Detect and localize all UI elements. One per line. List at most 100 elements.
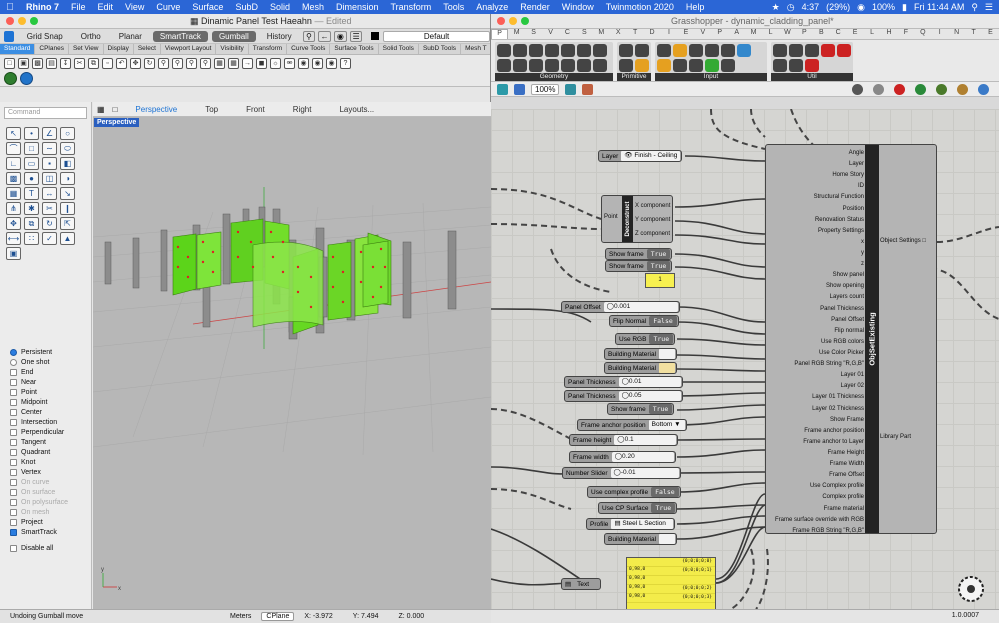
pan-icon[interactable]: ✥ bbox=[130, 57, 141, 69]
save-file-icon[interactable] bbox=[514, 83, 525, 95]
objsetexisting-input-param[interactable]: Flip normal bbox=[754, 326, 864, 337]
rotate-icon[interactable]: ↻ bbox=[42, 217, 57, 230]
menu-solid[interactable]: Solid bbox=[264, 2, 296, 12]
gh-category-tab[interactable]: Q bbox=[914, 29, 931, 39]
slider-icon[interactable] bbox=[689, 44, 703, 57]
osnap-item-row[interactable]: Intersection bbox=[10, 417, 92, 427]
tab-select[interactable]: Select bbox=[134, 44, 161, 54]
gh-zoom-button[interactable] bbox=[521, 17, 529, 25]
curve-icon[interactable]: ∼ bbox=[42, 142, 57, 155]
menu-subd[interactable]: SubD bbox=[229, 2, 264, 12]
tab-top[interactable]: Top bbox=[191, 105, 232, 114]
grid-icon[interactable]: ▦ bbox=[228, 57, 239, 69]
tab-display[interactable]: Display bbox=[104, 44, 134, 54]
panel-offset-slider-track[interactable]: ◯0.001 bbox=[603, 302, 678, 312]
canvas-navigation-compass[interactable] bbox=[957, 575, 985, 603]
menu-surface[interactable]: Surface bbox=[186, 2, 229, 12]
gh-category-tab[interactable]: H bbox=[881, 29, 898, 39]
menu-dimension[interactable]: Dimension bbox=[330, 2, 385, 12]
leader-icon[interactable]: ↘ bbox=[60, 187, 75, 200]
osnap-checkbox[interactable] bbox=[10, 488, 17, 496]
gh-category-tab[interactable]: M bbox=[593, 29, 610, 39]
sketch-icon[interactable] bbox=[582, 83, 594, 95]
battery-icon[interactable]: ▮ bbox=[902, 2, 907, 13]
gh-close-button[interactable] bbox=[497, 17, 505, 25]
gh-category-tab[interactable]: S bbox=[525, 29, 542, 39]
osnap-item-row[interactable]: SmartTrack bbox=[10, 527, 92, 537]
box-icon[interactable]: ▩ bbox=[6, 172, 21, 185]
menu-curve[interactable]: Curve bbox=[150, 2, 186, 12]
history-button[interactable]: History bbox=[260, 31, 299, 42]
objsetexisting-input-param[interactable]: Frame anchor to Layer bbox=[754, 437, 864, 448]
osnap-item-row[interactable]: On polysurface bbox=[10, 497, 92, 507]
objsetexisting-input-param[interactable]: Frame Offset bbox=[754, 470, 864, 481]
check-icon[interactable]: ✓ bbox=[42, 232, 57, 245]
objsetexisting-input-param[interactable]: Home Story bbox=[754, 170, 864, 181]
osnap-item-row[interactable]: On mesh bbox=[10, 507, 92, 517]
osnap-item-row[interactable]: On surface bbox=[10, 487, 92, 497]
deconstruct-component[interactable]: Point Deconstruct X component Y componen… bbox=[601, 195, 673, 243]
gh-category-tab[interactable]: I bbox=[931, 29, 948, 39]
gh-category-tab[interactable]: L bbox=[762, 29, 779, 39]
point-icon[interactable]: • bbox=[24, 127, 39, 140]
surface-param-icon[interactable] bbox=[529, 44, 543, 57]
osnap-checkbox[interactable] bbox=[10, 378, 17, 386]
profile-selector[interactable]: Profile ▤ Steel L Section bbox=[586, 518, 676, 530]
arc-icon[interactable]: ⌒ bbox=[6, 142, 21, 155]
objsetexisting-input-param[interactable]: Layer 02 Thickness bbox=[754, 404, 864, 415]
trim-icon[interactable]: ✂ bbox=[42, 202, 57, 215]
block-icon[interactable]: ▣ bbox=[6, 247, 21, 260]
clock-readout[interactable]: 4:37 bbox=[802, 2, 820, 12]
rectangle-icon[interactable]: □ bbox=[24, 142, 39, 155]
image-sampler-icon[interactable] bbox=[673, 44, 687, 57]
polyline-icon[interactable]: ∠ bbox=[42, 127, 57, 140]
mesh-quality-icon[interactable] bbox=[957, 83, 968, 95]
preview-wire-icon[interactable] bbox=[873, 83, 884, 95]
number-param-icon[interactable] bbox=[619, 59, 633, 72]
profile-value[interactable]: ▤ Steel L Section bbox=[611, 519, 674, 529]
rhino-inside-icon[interactable] bbox=[20, 72, 33, 85]
osnap-oneshot-row[interactable]: One shot bbox=[10, 357, 92, 367]
show-frame-toggle-1[interactable]: Show frame True bbox=[605, 248, 673, 260]
ortho-button[interactable]: Ortho bbox=[74, 31, 108, 42]
objsetexisting-input-param[interactable]: Use Complex profile bbox=[754, 481, 864, 492]
cut-icon[interactable]: ✂ bbox=[74, 57, 85, 69]
gh-category-tab[interactable]: S bbox=[576, 29, 593, 39]
gh-category-tab[interactable]: C bbox=[559, 29, 576, 39]
osnap-item-row[interactable]: Point bbox=[10, 387, 92, 397]
library-part-output[interactable]: Library Part bbox=[880, 434, 934, 440]
gh-category-tab[interactable]: F bbox=[897, 29, 914, 39]
objsetexisting-input-param[interactable]: x bbox=[754, 237, 864, 248]
flip-normal-toggle[interactable]: Flip Normal False bbox=[609, 315, 679, 327]
gh-category-tab[interactable]: X bbox=[610, 29, 627, 39]
cylinder-icon[interactable]: ◫ bbox=[42, 172, 57, 185]
current-layer-dropdown[interactable]: Default bbox=[383, 30, 491, 42]
objsetexisting-input-param[interactable]: Frame anchor position bbox=[754, 426, 864, 437]
bluetooth-icon[interactable]: ★ bbox=[772, 2, 780, 13]
frame-anchor-value[interactable]: Bottom ▼ bbox=[648, 420, 685, 430]
zoom-icon[interactable]: ⚲ bbox=[158, 57, 169, 69]
gh-category-tab[interactable]: N bbox=[948, 29, 965, 39]
osnap-checkbox[interactable] bbox=[10, 508, 17, 516]
gh-category-tab[interactable]: M bbox=[508, 29, 525, 39]
zoom-extents-icon[interactable]: ⚲ bbox=[186, 57, 197, 69]
objsetexisting-input-param[interactable]: Use RGB colors bbox=[754, 337, 864, 348]
use-rgb-toggle[interactable]: Use RGB True bbox=[615, 333, 676, 345]
four-view-icon[interactable]: ▦ bbox=[214, 57, 225, 69]
deconstruct-point-input[interactable]: Point bbox=[604, 214, 618, 220]
zoom-selected-icon[interactable]: ⚲ bbox=[200, 57, 211, 69]
objsetexisting-input-param[interactable]: Frame Width bbox=[754, 459, 864, 470]
frame-anchor-dropdown[interactable]: Frame anchor position Bottom ▼ bbox=[577, 419, 687, 431]
copy-icon[interactable]: ⧉ bbox=[88, 57, 99, 69]
objsetexisting-input-param[interactable]: Position bbox=[754, 204, 864, 215]
gh-minimize-button[interactable] bbox=[509, 17, 517, 25]
show-frame-toggle-3[interactable]: Show frame True bbox=[607, 403, 675, 415]
command-input[interactable]: Command bbox=[4, 107, 87, 119]
filter-icon[interactable]: ⚲ bbox=[302, 30, 316, 42]
gh-category-tab[interactable]: L bbox=[864, 29, 881, 39]
building-material-2-swatch[interactable] bbox=[659, 363, 676, 373]
mesh-param-icon[interactable] bbox=[561, 44, 575, 57]
objsetexisting-input-param[interactable]: Use Color Picker bbox=[754, 348, 864, 359]
gh-category-tab[interactable]: A bbox=[728, 29, 745, 39]
circle-icon[interactable]: ○ bbox=[60, 127, 75, 140]
